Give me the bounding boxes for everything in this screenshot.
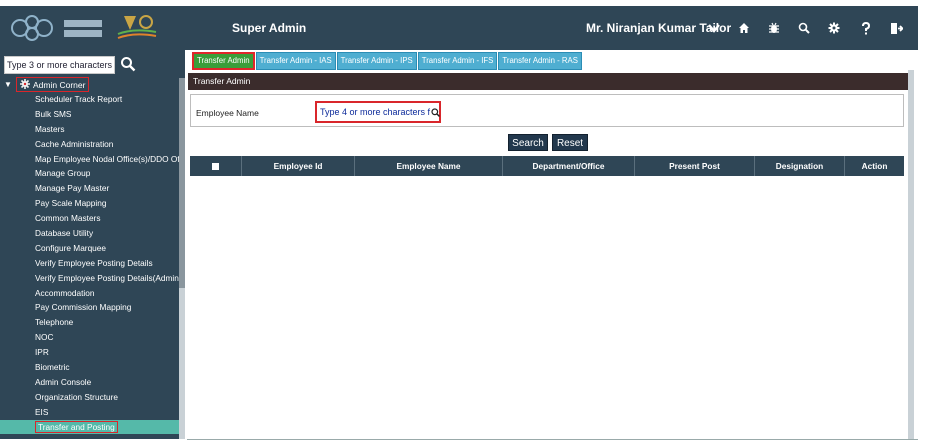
sidebar-item-ipr[interactable]: IPR [0, 345, 179, 360]
sidebar-item-organization-structure[interactable]: Organization Structure [0, 390, 179, 405]
bottom-divider [187, 439, 918, 443]
sidebar-scrollbar-thumb[interactable] [179, 78, 185, 288]
top-header: Super Admin Mr. Niranjan Kumar Tailor [0, 6, 918, 50]
sidebar: Type 3 or more characters ▼ Admin Corner… [0, 50, 185, 439]
employee-name-label: Employee Name [196, 108, 259, 118]
tab-bar: Transfer Admin Transfer Admin - IAS Tran… [192, 52, 583, 70]
col-department-office[interactable]: Department/Office [503, 156, 635, 176]
col-present-post[interactable]: Present Post [635, 156, 755, 176]
menu-admin-corner[interactable]: ▼ Admin Corner [4, 76, 90, 94]
select-all-checkbox-col[interactable] [190, 156, 242, 176]
sidebar-item-telephone[interactable]: Telephone [0, 315, 179, 330]
tab-transfer-admin[interactable]: Transfer Admin [192, 52, 255, 70]
search-icon[interactable] [794, 18, 814, 38]
chevron-down-icon[interactable] [704, 18, 724, 38]
sidebar-item-verify-employee-posting-admin[interactable]: Verify Employee Posting Details(Admin) [0, 271, 179, 286]
main-content: Transfer Admin Transfer Admin - IAS Tran… [188, 52, 914, 439]
sidebar-item-database-utility[interactable]: Database Utility [0, 226, 179, 241]
sidebar-item-admin-console[interactable]: Admin Console [0, 375, 179, 390]
search-icon[interactable] [120, 56, 136, 72]
sidebar-item-pay-commission-mapping[interactable]: Pay Commission Mapping [0, 300, 179, 315]
col-designation[interactable]: Designation [755, 156, 845, 176]
select-all-checkbox[interactable] [212, 163, 219, 171]
bug-icon[interactable] [764, 18, 784, 38]
sidebar-item-pay-scale-mapping[interactable]: Pay Scale Mapping [0, 196, 179, 211]
sidebar-item-manage-group[interactable]: Manage Group [0, 166, 179, 181]
employee-name-input[interactable]: Type 4 or more characters f [315, 101, 441, 123]
chevron-down-icon: ▼ [4, 80, 12, 89]
sidebar-scrollbar[interactable] [179, 78, 185, 439]
gear-icon[interactable] [824, 18, 844, 38]
sidebar-item-bulk-sms[interactable]: Bulk SMS [0, 107, 179, 122]
logout-icon[interactable] [886, 18, 906, 38]
home-icon[interactable] [734, 18, 754, 38]
tab-transfer-admin-ras[interactable]: Transfer Admin - RAS [498, 52, 582, 70]
sidebar-item-manage-pay-master[interactable]: Manage Pay Master [0, 181, 179, 196]
col-employee-name[interactable]: Employee Name [355, 156, 503, 176]
main-scrollbar[interactable] [908, 70, 914, 439]
tab-transfer-admin-ips[interactable]: Transfer Admin - IPS [336, 52, 417, 70]
app-title: Super Admin [232, 21, 307, 35]
sidebar-item-cache-administration[interactable]: Cache Administration [0, 137, 179, 152]
panel-title: Transfer Admin [188, 73, 910, 90]
gear-icon [20, 76, 30, 94]
tab-transfer-admin-ifs[interactable]: Transfer Admin - IFS [417, 52, 498, 70]
search-button[interactable]: Search [508, 134, 548, 151]
sidebar-item-masters[interactable]: Masters [0, 122, 179, 137]
sidebar-search-input[interactable]: Type 3 or more characters [4, 56, 115, 74]
sidebar-item-biometric[interactable]: Biometric [0, 360, 179, 375]
admin-corner-label: Admin Corner [33, 79, 86, 90]
reset-button[interactable]: Reset [552, 134, 588, 151]
sidebar-item-noc[interactable]: NOC [0, 330, 179, 345]
admin-corner-highlight: Admin Corner [16, 76, 90, 94]
col-employee-id[interactable]: Employee Id [242, 156, 355, 176]
sidebar-item-verify-employee-posting[interactable]: Verify Employee Posting Details [0, 256, 179, 271]
sidebar-item-common-masters[interactable]: Common Masters [0, 211, 179, 226]
col-action[interactable]: Action [845, 156, 904, 176]
tab-transfer-admin-ias[interactable]: Transfer Admin - IAS [255, 52, 336, 70]
search-form: Employee Name Type 4 or more characters … [190, 94, 904, 127]
sidebar-item-transfer-and-posting[interactable]: Transfer and Posting [0, 419, 179, 435]
results-table-header: Employee Id Employee Name Department/Off… [190, 156, 904, 176]
logo [6, 10, 164, 46]
sidebar-item-accommodation[interactable]: Accommodation [0, 286, 179, 301]
sidebar-item-configure-marquee[interactable]: Configure Marquee [0, 241, 179, 256]
sidebar-item-map-employee-nodal-office[interactable]: Map Employee Nodal Office(s)/DDO Offi [0, 152, 179, 167]
help-icon[interactable] [856, 18, 876, 38]
sidebar-item-scheduler-track-report[interactable]: Scheduler Track Report [0, 92, 179, 107]
search-icon[interactable] [431, 104, 440, 117]
sidebar-item-eis[interactable]: EIS [0, 405, 179, 420]
sidebar-menu: Scheduler Track Report Bulk SMS Masters … [0, 92, 179, 435]
